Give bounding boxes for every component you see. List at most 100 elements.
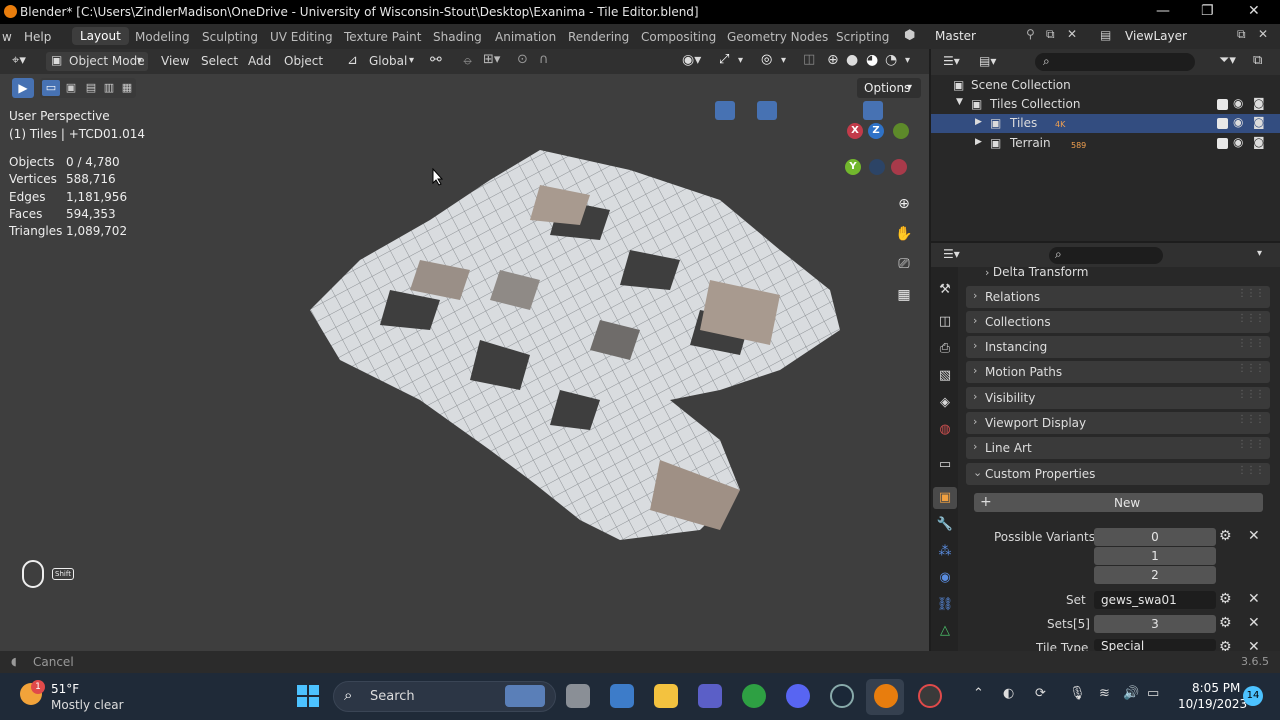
material-shading-button[interactable] bbox=[863, 101, 883, 120]
sync-icon[interactable]: ⟳ bbox=[1035, 686, 1046, 701]
data-tab-icon[interactable]: △ bbox=[936, 622, 954, 640]
tab-compositing[interactable]: Compositing bbox=[641, 30, 716, 44]
filter-icon[interactable]: ⏷▾ bbox=[1219, 53, 1236, 68]
proportional-edit-icon[interactable]: ⊙ bbox=[517, 52, 528, 67]
camera-render-icon[interactable]: ◙ bbox=[1253, 135, 1265, 149]
select-subtract-icon[interactable]: ▤ bbox=[82, 80, 100, 96]
menu-view[interactable]: View bbox=[161, 54, 189, 68]
collection-tab-icon[interactable]: ▭ bbox=[936, 456, 954, 474]
tab-shading[interactable]: Shading bbox=[433, 30, 482, 44]
notification-badge[interactable]: 14 bbox=[1243, 686, 1263, 706]
delete-view-layer-icon[interactable]: ✕ bbox=[1258, 27, 1268, 41]
rendered-shading-icon[interactable]: ◔ bbox=[885, 52, 897, 68]
select-invert-icon[interactable]: ▥ bbox=[100, 80, 118, 96]
camera-icon[interactable]: ⎚ bbox=[891, 251, 917, 277]
gizmo-z-axis[interactable]: Z bbox=[868, 123, 884, 139]
maximize-icon[interactable]: ❐ bbox=[1201, 3, 1214, 19]
menu-window[interactable]: w bbox=[2, 30, 12, 44]
pivot-icon[interactable]: ⚯ bbox=[430, 52, 442, 68]
gizmo-neg-z-axis[interactable] bbox=[869, 159, 885, 175]
new-collection-icon[interactable]: ⧉ bbox=[1253, 53, 1262, 68]
tab-scripting[interactable]: Scripting bbox=[836, 30, 889, 44]
panel-line-art[interactable]: › Line Art ⋮⋮⋮ bbox=[966, 437, 1270, 459]
panel-collections[interactable]: › Collections ⋮⋮⋮ bbox=[966, 311, 1270, 333]
chrome-icon[interactable] bbox=[742, 684, 766, 708]
outliner-search-input[interactable] bbox=[1035, 53, 1195, 71]
overlay-toggle-button[interactable] bbox=[757, 101, 777, 120]
tab-texture-paint[interactable]: Texture Paint bbox=[344, 30, 421, 44]
exclude-checkbox[interactable] bbox=[1217, 138, 1228, 149]
panel-custom-properties[interactable]: ⌄ Custom Properties ⋮⋮⋮ bbox=[966, 463, 1270, 485]
close-icon[interactable]: ✕ bbox=[1248, 3, 1260, 19]
wireframe-shading-icon[interactable]: ⊕ bbox=[827, 52, 839, 68]
clock-time[interactable]: 8:05 PM bbox=[1192, 681, 1240, 695]
steam-icon[interactable] bbox=[830, 684, 854, 708]
variant-field[interactable]: 0 bbox=[1094, 528, 1216, 546]
chevron-down-icon[interactable]: ▾ bbox=[1257, 248, 1262, 259]
tab-sculpting[interactable]: Sculpting bbox=[202, 30, 258, 44]
gear-icon[interactable]: ⚙ bbox=[1219, 615, 1232, 631]
object-tab-icon[interactable]: ▣ bbox=[936, 489, 954, 507]
microphone-icon[interactable]: 🎙 bbox=[1069, 686, 1086, 701]
blender-taskbar-icon[interactable] bbox=[874, 684, 898, 708]
select-intersect-icon[interactable]: ▦ bbox=[118, 80, 136, 96]
falloff-icon[interactable]: ∩ bbox=[539, 52, 549, 67]
gear-icon[interactable]: ⚙ bbox=[1219, 639, 1232, 651]
render-tab-icon[interactable]: ◫ bbox=[936, 313, 954, 331]
file-explorer-icon[interactable] bbox=[654, 684, 678, 708]
camera-render-icon[interactable]: ◙ bbox=[1253, 96, 1265, 110]
task-view-icon[interactable] bbox=[566, 684, 590, 708]
tab-layout[interactable]: Layout bbox=[72, 27, 129, 45]
pan-hand-icon[interactable]: ✋ bbox=[891, 221, 917, 247]
app-icon[interactable] bbox=[918, 684, 942, 708]
exclude-checkbox[interactable] bbox=[1217, 118, 1228, 129]
chevron-up-icon[interactable]: ⌃ bbox=[973, 686, 984, 701]
tab-modeling[interactable]: Modeling bbox=[135, 30, 190, 44]
properties-search-input[interactable] bbox=[1049, 247, 1163, 264]
new-view-layer-icon[interactable]: ⧉ bbox=[1237, 27, 1246, 42]
constraints-tab-icon[interactable]: ⛓ bbox=[936, 596, 954, 614]
gizmo-y-axis[interactable]: Y bbox=[845, 159, 861, 175]
tab-uv-editing[interactable]: UV Editing bbox=[270, 30, 333, 44]
solid-shading-icon[interactable]: ● bbox=[846, 52, 858, 68]
physics-tab-icon[interactable]: ◉ bbox=[936, 569, 954, 587]
panel-delta-transform[interactable]: › Delta Transform bbox=[985, 265, 1088, 279]
outliner-row[interactable]: ▶ ▣ Terrain 589 ◉ ◙ bbox=[931, 134, 1280, 153]
select-extend-icon[interactable]: ▣ bbox=[62, 80, 80, 96]
menu-add[interactable]: Add bbox=[248, 54, 271, 68]
sets-field[interactable]: 3 bbox=[1094, 615, 1216, 633]
panel-motion-paths[interactable]: › Motion Paths ⋮⋮⋮ bbox=[966, 361, 1270, 383]
orientation-dropdown[interactable]: Global bbox=[369, 54, 407, 68]
properties-editor-type-icon[interactable]: ☰▾ bbox=[943, 247, 960, 261]
clock-date[interactable]: 10/19/2023 bbox=[1178, 697, 1247, 711]
tool-tab-icon[interactable]: ⚒ bbox=[936, 281, 954, 299]
outliner-row[interactable]: ▣ Scene Collection bbox=[931, 76, 1280, 95]
output-tab-icon[interactable]: ⎙ bbox=[936, 340, 954, 358]
gizmo-toggle-button[interactable] bbox=[715, 101, 735, 120]
gear-icon[interactable]: ⚙ bbox=[1219, 528, 1232, 544]
discord-icon[interactable] bbox=[786, 684, 810, 708]
camera-render-icon[interactable]: ◙ bbox=[1253, 115, 1265, 129]
eye-icon[interactable]: ◉ bbox=[1233, 96, 1243, 110]
display-mode-icon[interactable]: ▤▾ bbox=[979, 54, 996, 68]
scene-tab-icon[interactable]: ◈ bbox=[936, 394, 954, 412]
panel-relations[interactable]: › Relations ⋮⋮⋮ bbox=[966, 286, 1270, 308]
battery-icon[interactable]: ▭ bbox=[1147, 686, 1159, 701]
set-field[interactable]: gews_swa01 bbox=[1094, 591, 1216, 609]
panel-instancing[interactable]: › Instancing ⋮⋮⋮ bbox=[966, 336, 1270, 358]
outliner-editor-type-icon[interactable]: ☰▾ bbox=[943, 54, 960, 68]
gear-icon[interactable]: ⚙ bbox=[1219, 591, 1232, 607]
close-icon[interactable]: ✕ bbox=[1248, 639, 1260, 651]
snap-target-icon[interactable]: ⊞▾ bbox=[483, 52, 500, 67]
view-layer-tab-icon[interactable]: ▧ bbox=[936, 367, 954, 385]
eye-icon[interactable]: ◉ bbox=[1233, 115, 1243, 129]
tab-animation[interactable]: Animation bbox=[495, 30, 556, 44]
delete-scene-icon[interactable]: ✕ bbox=[1067, 27, 1077, 41]
expand-icon[interactable]: ▶ bbox=[975, 117, 982, 127]
panel-visibility[interactable]: › Visibility ⋮⋮⋮ bbox=[966, 387, 1270, 409]
select-new-icon[interactable]: ▭ bbox=[42, 80, 60, 96]
editor-type-icon[interactable]: ⌖▾ bbox=[12, 53, 26, 68]
teams-icon[interactable] bbox=[698, 684, 722, 708]
select-tool-icon[interactable]: ▶ bbox=[12, 78, 34, 98]
snap-icon[interactable]: ⦵ bbox=[462, 52, 474, 68]
